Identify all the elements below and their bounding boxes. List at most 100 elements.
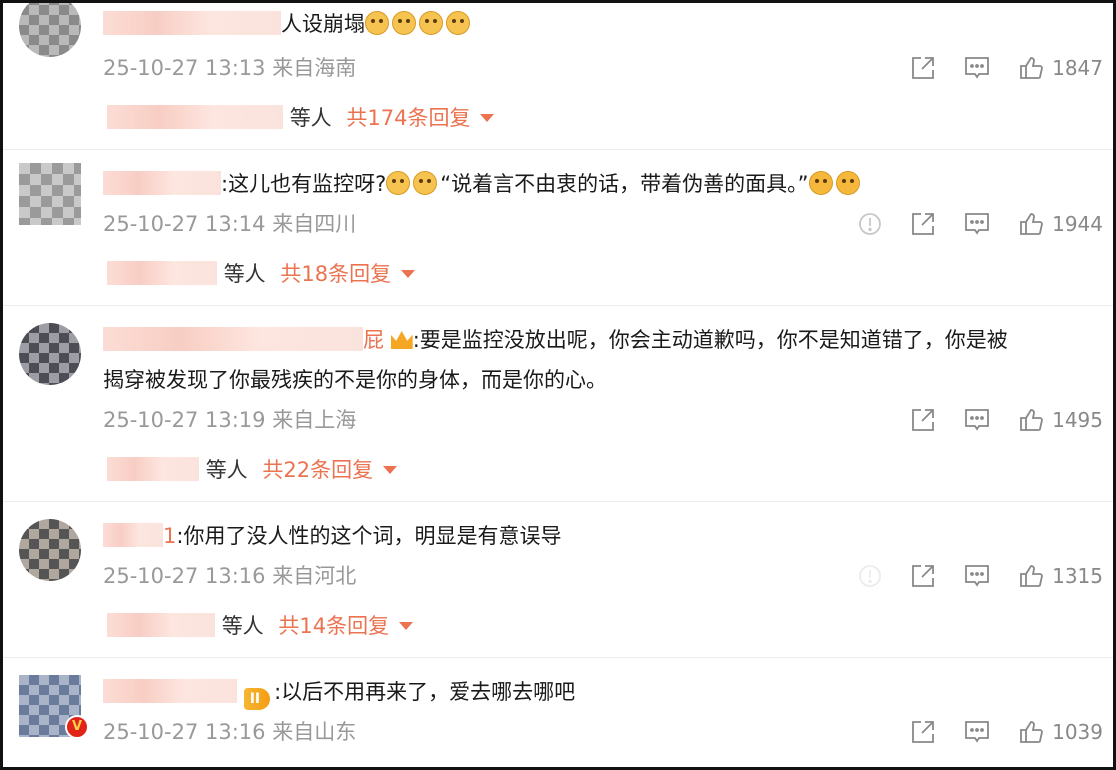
doge-emoji-icon — [446, 11, 470, 35]
reply-count-link[interactable]: 共18条回复 — [280, 262, 391, 286]
share-button[interactable] — [910, 719, 936, 745]
divider — [3, 501, 1113, 502]
comment-actions: 1315 — [830, 561, 1103, 591]
comment-icon — [965, 565, 989, 587]
like-count: 1944 — [1052, 212, 1103, 236]
thumbs-up-icon — [1020, 409, 1043, 431]
pixelated-username — [107, 613, 215, 637]
reply-count-link[interactable]: 共22条回复 — [262, 458, 373, 482]
caret-down-icon[interactable] — [480, 114, 495, 122]
avatar[interactable] — [19, 163, 81, 225]
comment-meta: 25-10-27 13:16 来自河北 — [103, 564, 357, 588]
crying-emoji-icon — [808, 171, 833, 195]
verified-badge-icon: V — [65, 715, 89, 739]
pixelated-username — [107, 457, 199, 481]
like-count: 1847 — [1052, 56, 1103, 80]
username-suffix[interactable]: 1 — [163, 524, 176, 548]
doge-emoji-icon — [392, 11, 416, 35]
doge-emoji-icon — [386, 171, 411, 195]
like-button[interactable]: 1039 — [1018, 719, 1103, 745]
report-icon — [859, 213, 881, 235]
avatar[interactable] — [19, 519, 81, 581]
comment-actions: 1944 — [830, 209, 1103, 239]
share-button[interactable] — [910, 211, 936, 237]
comment-text: 屁 :要是监控没放出呢，你会主动道歉吗，你不是知道错了，你是被 — [103, 325, 1008, 355]
comment-actions: 1039 — [882, 717, 1103, 747]
caret-down-icon[interactable] — [383, 466, 398, 474]
replies-suffix: 等人 — [205, 458, 248, 482]
comment-icon — [965, 721, 989, 743]
share-icon — [912, 721, 934, 743]
comment-actions: 1847 — [882, 53, 1103, 83]
replies-summary[interactable]: 等人 共174条回复 — [107, 103, 495, 133]
comment-text-line2: 揭穿被发现了你最残疾的不是你的身体，而是你的心。 — [103, 368, 607, 392]
divider — [3, 657, 1113, 658]
thumbs-up-icon — [1020, 213, 1043, 235]
share-button[interactable] — [910, 407, 936, 433]
comment-text: 1:你用了没人性的这个词，明显是有意误导 — [103, 521, 561, 551]
reply-count-link[interactable]: 共174条回复 — [346, 106, 470, 130]
like-count: 1315 — [1052, 564, 1103, 588]
divider — [3, 305, 1113, 306]
replies-summary[interactable]: 等人 共18条回复 — [107, 259, 416, 289]
share-icon — [912, 409, 934, 431]
pixelated-username[interactable] — [103, 171, 221, 195]
comment-meta: 25-10-27 13:13 来自海南 — [103, 56, 357, 80]
crown-badge-icon — [390, 331, 413, 349]
pixelated-username[interactable] — [103, 523, 163, 547]
replies-summary[interactable]: 等人 共14条回复 — [107, 611, 414, 641]
comment-text: :这儿也有监控呀? “说着言不由衷的话，带着伪善的面具。” — [103, 169, 863, 199]
pixelated-username — [107, 105, 283, 129]
replies-suffix: 等人 — [289, 106, 332, 130]
share-icon — [912, 57, 934, 79]
comment-body: 人设崩塌 — [281, 12, 365, 36]
replies-summary[interactable]: 等人 共22条回复 — [107, 455, 398, 485]
pixelated-username[interactable] — [103, 11, 281, 35]
comment-list: 人设崩塌 25-10-27 13:13 来自海南 1847 等人 共174条回复… — [0, 0, 1116, 770]
comment-button[interactable] — [964, 407, 990, 433]
share-button[interactable] — [910, 563, 936, 589]
comment-body: :要是监控没放出呢，你会主动道歉吗，你不是知道错了，你是被 — [412, 328, 1008, 352]
comment-body: :这儿也有监控呀? — [221, 172, 387, 196]
comment-icon — [965, 57, 989, 79]
doge-emoji-icon — [419, 11, 443, 35]
avatar[interactable] — [19, 3, 81, 57]
caret-down-icon[interactable] — [401, 270, 416, 278]
caret-down-icon[interactable] — [399, 622, 414, 630]
like-button[interactable]: 1495 — [1018, 407, 1103, 433]
thumbs-up-icon — [1020, 565, 1043, 587]
comment-text: II:以后不用再来了，爱去哪去哪吧 — [103, 677, 575, 710]
comment-actions: 1495 — [882, 405, 1103, 435]
replies-suffix: 等人 — [223, 262, 266, 286]
report-icon — [859, 565, 881, 587]
level-badge: II — [243, 688, 271, 710]
report-button[interactable] — [858, 564, 882, 588]
thumbs-up-icon — [1020, 57, 1043, 79]
replies-suffix: 等人 — [221, 614, 264, 638]
like-button[interactable]: 1847 — [1018, 55, 1103, 81]
username-suffix[interactable]: 屁 — [363, 328, 384, 352]
reply-count-link[interactable]: 共14条回复 — [278, 614, 389, 638]
comment-button[interactable] — [964, 563, 990, 589]
share-icon — [912, 565, 934, 587]
comment-body: :以后不用再来了，爱去哪去哪吧 — [274, 680, 576, 704]
share-icon — [912, 213, 934, 235]
comment-meta: 25-10-27 13:16 来自山东 — [103, 720, 357, 744]
pixelated-username[interactable] — [103, 679, 237, 703]
like-count: 1495 — [1052, 408, 1103, 432]
comment-text: 人设崩塌 — [103, 9, 473, 39]
share-button[interactable] — [910, 55, 936, 81]
like-count: 1039 — [1052, 720, 1103, 744]
comment-button[interactable] — [964, 719, 990, 745]
comment-body-quote: “说着言不由衷的话，带着伪善的面具。” — [440, 172, 809, 196]
report-button[interactable] — [858, 212, 882, 236]
pixelated-username[interactable] — [103, 327, 363, 351]
like-button[interactable]: 1315 — [1018, 563, 1103, 589]
divider — [3, 149, 1113, 150]
comment-button[interactable] — [964, 211, 990, 237]
avatar[interactable] — [19, 323, 81, 385]
comment-button[interactable] — [964, 55, 990, 81]
pixelated-username — [107, 261, 217, 285]
like-button[interactable]: 1944 — [1018, 211, 1103, 237]
doge-emoji-icon — [413, 171, 438, 195]
